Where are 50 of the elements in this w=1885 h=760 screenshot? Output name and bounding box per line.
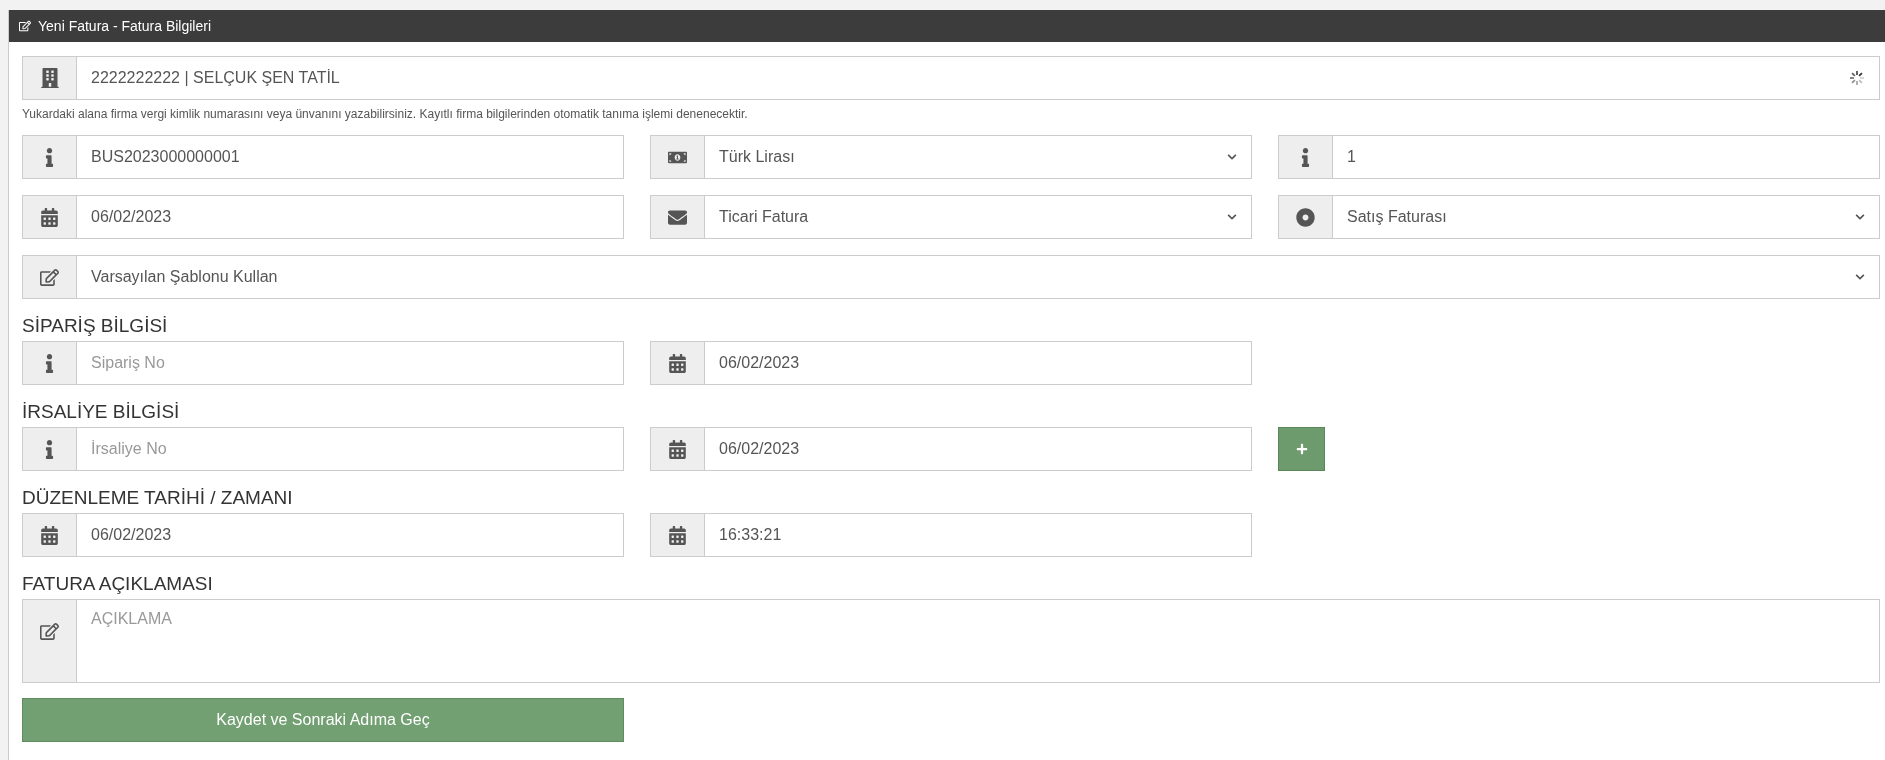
- select-field[interactable]: Ticari Fatura: [650, 195, 1252, 239]
- input-value: 2222222222 | SELÇUK ŞEN TATİL: [91, 69, 340, 87]
- input-field[interactable]: 06/02/2023: [22, 513, 624, 557]
- chevron-down-icon: [1227, 152, 1237, 162]
- section-title: İRSALİYE BİLGİSİ: [22, 401, 181, 423]
- select-value: Satış Faturası: [1347, 208, 1447, 226]
- input-value: 16:33:21: [719, 526, 782, 544]
- chevron-down-icon: [1855, 272, 1865, 282]
- select-field[interactable]: Varsayılan Şablonu Kullan: [22, 255, 1880, 299]
- input-field[interactable]: 06/02/2023: [650, 427, 1252, 471]
- chevron-down-icon: [1227, 212, 1237, 222]
- input-value: 1: [1347, 148, 1356, 166]
- input-field[interactable]: 16:33:21: [650, 513, 1252, 557]
- select-value: Ticari Fatura: [719, 208, 809, 226]
- input-field[interactable]: 06/02/2023: [650, 341, 1252, 385]
- section-title: SİPARİŞ BİLGİSİ: [22, 315, 169, 337]
- select-value: Türk Lirası: [719, 148, 795, 166]
- plus-icon: [1295, 443, 1308, 455]
- input-field[interactable]: 1: [1278, 135, 1880, 179]
- calendar-icon: [40, 207, 59, 227]
- section-title: DÜZENLEME TARİHİ / ZAMANI: [22, 487, 294, 509]
- input-placeholder: AÇIKLAMA: [91, 610, 172, 627]
- envelope-icon: [668, 207, 687, 227]
- input-value: 06/02/2023: [719, 354, 800, 372]
- company-field[interactable]: 2222222222 | SELÇUK ŞEN TATİL: [22, 56, 1880, 100]
- edit-icon: [40, 622, 59, 641]
- input-value: 06/02/2023: [719, 440, 800, 458]
- input-value: 06/02/2023: [91, 208, 172, 226]
- select-field[interactable]: Türk Lirası: [650, 135, 1252, 179]
- input-placeholder: İrsaliye No: [91, 440, 167, 458]
- select-field[interactable]: Satış Faturası: [1278, 195, 1880, 239]
- calendar-icon: [40, 525, 59, 545]
- calendar-icon: [668, 353, 687, 373]
- chevron-down-icon: [1855, 212, 1865, 222]
- input-field[interactable]: 06/02/2023: [22, 195, 624, 239]
- help-text: Yukardaki alana firma vergi kimlik numarasını veya ünvanını yazabilirsiniz. Kayıtlı firma bilgilerinden otomatik tanıma işlemi denenecektir.: [22, 107, 749, 121]
- building-icon: [39, 68, 60, 88]
- input-value: 06/02/2023: [91, 526, 172, 544]
- calendar-icon: [668, 525, 687, 545]
- target-icon: [1296, 207, 1315, 227]
- input-field[interactable]: BUS2023000000001: [22, 135, 624, 179]
- calendar-icon: [668, 439, 687, 459]
- input-value: BUS2023000000001: [91, 148, 240, 166]
- section-title: FATURA AÇIKLAMASI: [22, 573, 214, 595]
- edit-icon: [19, 20, 31, 32]
- panel-title: Yeni Fatura - Fatura Bilgileri: [38, 18, 211, 34]
- add-button[interactable]: [1278, 427, 1325, 471]
- input-placeholder: Sipariş No: [91, 354, 165, 372]
- edit-icon: [40, 267, 59, 287]
- select-value: Varsayılan Şablonu Kullan: [91, 268, 278, 286]
